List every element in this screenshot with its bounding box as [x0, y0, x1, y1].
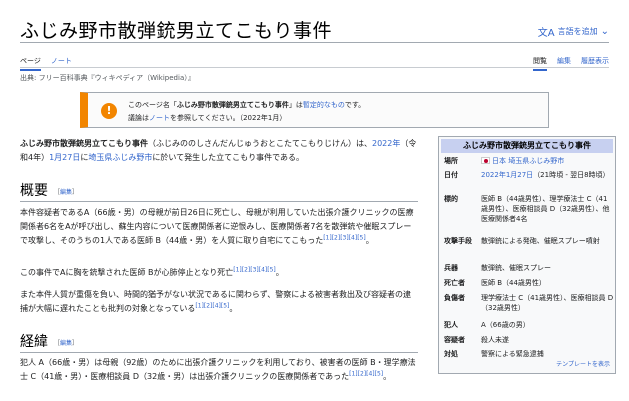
infobox-label: 死亡者: [444, 279, 465, 287]
talk-link[interactable]: ノート: [149, 114, 170, 122]
warning-icon: !: [101, 103, 117, 119]
translate-icon: 文A: [537, 28, 555, 39]
bracket: ］: [72, 339, 79, 347]
location-link[interactable]: 日本 埼玉県ふじみ野市: [492, 157, 564, 165]
infobox-value: 日本 埼玉県ふじみ野市: [481, 156, 614, 166]
section-heading-overview: 概要 ［編集］: [20, 180, 418, 202]
page-title: ふじみ野市散弾銃男立てこもり事件: [20, 20, 333, 42]
date-link[interactable]: 1月27日: [49, 153, 80, 162]
year-link[interactable]: 2022年: [372, 139, 400, 148]
tabs-divider: [20, 67, 609, 68]
infobox-value: 散弾銃、催眠スプレー: [481, 264, 551, 272]
intro-text: に於いて発生した立てこもり事件である。: [152, 153, 305, 162]
infobox-label: 対処: [444, 350, 458, 358]
chevron-down-icon: ⌄: [600, 26, 609, 37]
infobox-row: 日付 2022年1月27日（21時頃 - 翌日8時頃）: [444, 170, 614, 180]
overview-paragraph-2: この事件でAに胸を銃撃された医師 Bが心肺停止となり死亡[1][2][3][4]…: [20, 266, 418, 280]
notice-text: 議論は: [128, 114, 149, 122]
notice-text: を参照してください。（2022年1月）: [170, 114, 287, 122]
edit-link[interactable]: 編集: [60, 189, 72, 196]
infobox-label: 日付: [444, 171, 458, 179]
infobox: ふじみ野市散弾銃男立てこもり事件 場所 日本 埼玉県ふじみ野市 日付 2022年…: [438, 136, 616, 374]
infobox-value: 医師 B（44歳男性）: [481, 279, 546, 287]
infobox-row: 死亡者 医師 B（44歳男性）: [444, 278, 614, 288]
infobox-value: 理学療法士 C（41歳男性）、医療相談員 D（32歳男性）: [481, 294, 614, 312]
show-template-link[interactable]: テンプレートを表示: [556, 360, 610, 370]
intro-bold-title: ふじみ野市散弾銃男立てこもり事件: [20, 139, 148, 148]
japan-flag-icon: [481, 157, 490, 164]
infobox-title: ふじみ野市散弾銃男立てこもり事件: [441, 139, 613, 153]
infobox-row: 対処 警察による緊急逮捕: [444, 349, 614, 359]
reference-links[interactable]: [1][2][3][4][5]: [233, 266, 276, 273]
reference-links[interactable]: [1][2][4][5]: [349, 370, 383, 377]
infobox-value: 散弾銃による発砲、催眠スプレー噴射: [481, 237, 600, 245]
section-edit: ［編集］: [54, 340, 78, 347]
infobox-label: 犯人: [444, 321, 458, 329]
add-language-button[interactable]: 文A 言語を追加 ⌄: [538, 24, 609, 39]
title-divider: [20, 42, 609, 43]
infobox-value: 医師 B（44歳男性）、理学療法士 C（41歳男性）、医療相談員 D（32歳男性…: [481, 195, 610, 223]
provisional-link[interactable]: 暫定的なもの: [303, 101, 345, 109]
heading-text: 概要: [20, 183, 48, 199]
infobox-value: 殺人未遂: [481, 336, 509, 344]
infobox-value: 警察による緊急逮捕: [481, 350, 544, 358]
infobox-row: 標的 医師 B（44歳男性）、理学療法士 C（41歳男性）、医療相談員 D（32…: [444, 194, 614, 224]
tab-edit[interactable]: 編集: [557, 56, 571, 71]
infobox-row: 攻撃手段 散弾銃による発砲、催眠スプレー噴射: [444, 236, 614, 246]
notice-page-name: ふじみ野市散弾銃男立てこもり事件: [176, 101, 289, 109]
source-line: 出典: フリー百科事典『ウィキペディア（Wikipedia）』: [20, 74, 195, 82]
place-link[interactable]: 埼玉県ふじみ野市: [88, 153, 152, 162]
notice-box: ! このページ名「ふじみ野市散弾銃男立てこもり事件」は暫定的なものです。 議論は…: [80, 92, 549, 128]
namespace-tabs: ページ ノート: [20, 56, 72, 71]
overview-paragraph-3: また本件人質が重傷を負い、時間的猶予がない状況であるに関わらず、警察による被害者…: [20, 288, 418, 316]
notice-line2: 議論はノートを参照してください。（2022年1月）: [128, 113, 286, 123]
paragraph-text: この事件でAに胸を銃撃された医師 Bが心肺停止となり死亡: [20, 268, 234, 277]
paragraph-end: 。: [275, 268, 284, 277]
paragraph-end: 。: [383, 372, 392, 381]
section-edit: ［編集］: [54, 189, 78, 196]
infobox-row: 兵器 散弾銃、催眠スプレー: [444, 263, 614, 273]
section-heading-background: 経緯 ［編集］: [20, 331, 418, 353]
infobox-row: 犯人 A（66歳の男）: [444, 320, 614, 330]
tab-page[interactable]: ページ: [20, 56, 41, 71]
view-tabs: 閲覧 編集 履歴表示: [533, 56, 609, 71]
bracket: ］: [72, 188, 79, 196]
background-paragraph-1: 犯人 A（66歳・男）は母親（92歳）のために出張介護クリニックを利用しており、…: [20, 356, 418, 384]
infobox-label: 負傷者: [444, 294, 465, 302]
reference-links[interactable]: [1][2][4][5]: [195, 302, 229, 309]
infobox-label: 標的: [444, 195, 458, 203]
infobox-row: 負傷者 理学療法士 C（41歳男性）、医療相談員 D（32歳男性）: [444, 293, 614, 313]
tab-talk[interactable]: ノート: [51, 56, 72, 71]
notice-text: このページ名「: [128, 101, 177, 109]
infobox-label: 兵器: [444, 264, 458, 272]
paragraph-end: 。: [365, 236, 374, 245]
notice-text: です。: [344, 101, 366, 109]
infobox-label: 攻撃手段: [444, 237, 472, 245]
overview-paragraph-1: 本件容疑者であるA（66歳・男）の母親が前日26日に死亡し、母親が利用していた出…: [20, 206, 418, 248]
reference-links[interactable]: [1][2][3][4][5]: [323, 234, 366, 241]
intro-paragraph: ふじみ野市散弾銃男立てこもり事件（ふじみののしさんだんじゅうおとこたてこもりじけ…: [20, 137, 418, 165]
heading-text: 経緯: [20, 334, 48, 350]
infobox-label: 場所: [444, 157, 458, 165]
add-language-label: 言語を追加: [557, 27, 598, 36]
infobox-row: 場所 日本 埼玉県ふじみ野市: [444, 156, 614, 166]
tab-history[interactable]: 履歴表示: [581, 56, 609, 71]
paragraph-end: 。: [229, 304, 238, 313]
infobox-value: A（66歳の男）: [481, 321, 530, 329]
infobox-row: 容疑者 殺人未遂: [444, 335, 614, 345]
infobox-label: 容疑者: [444, 336, 465, 344]
time-text: （21時頃 - 翌日8時頃）: [533, 171, 610, 179]
tab-read[interactable]: 閲覧: [533, 56, 547, 71]
date-link[interactable]: 2022年1月27日: [481, 171, 533, 179]
edit-link[interactable]: 編集: [60, 340, 72, 347]
notice-line1: このページ名「ふじみ野市散弾銃男立てこもり事件」は暫定的なものです。: [128, 100, 365, 110]
intro-reading: （ふじみののしさんだんじゅうおとこたてこもりじけん）は、: [148, 139, 372, 148]
infobox-value: 2022年1月27日（21時頃 - 翌日8時頃）: [481, 170, 614, 180]
notice-text: 」は: [288, 101, 303, 109]
